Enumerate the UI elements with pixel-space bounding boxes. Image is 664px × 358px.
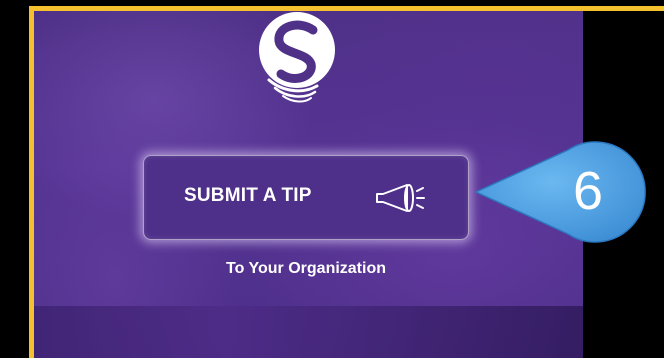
step-number-label: 6	[572, 161, 604, 221]
brand-logo-icon	[259, 12, 335, 103]
organization-subtitle: To Your Organization	[226, 260, 386, 277]
megaphone-icon	[376, 184, 425, 212]
submit-tip-button[interactable]: SUBMIT A TIP	[143, 155, 469, 240]
submit-tip-label: SUBMIT A TIP	[184, 185, 312, 206]
background-panel-bottom	[34, 306, 583, 358]
